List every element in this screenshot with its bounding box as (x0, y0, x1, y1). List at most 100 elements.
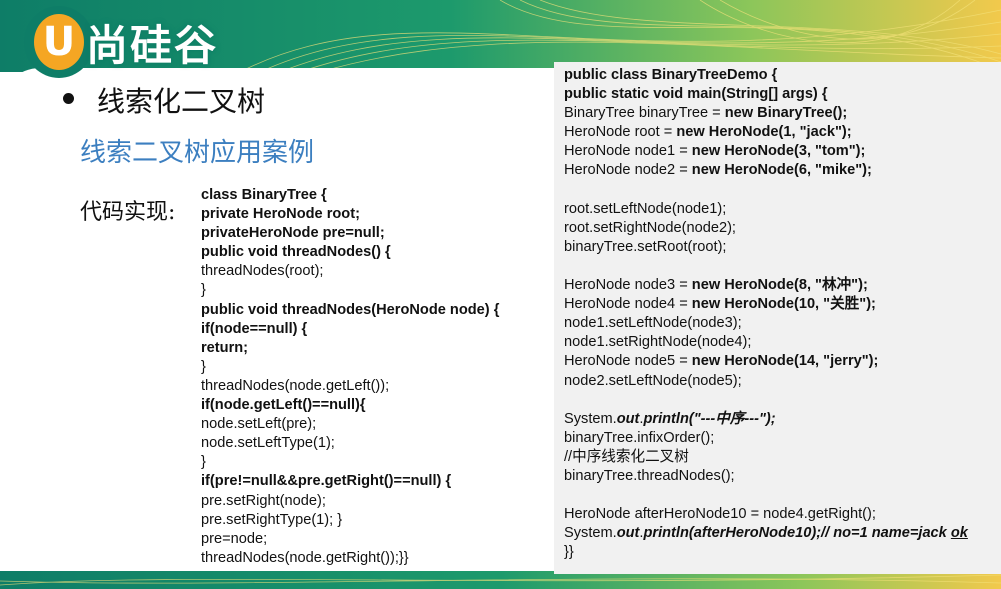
code-token: public void threadNodes() { (201, 244, 391, 261)
code-token: root.setLeftNode(node1); (564, 200, 727, 217)
code-token: println("---中序---"); (643, 410, 776, 427)
code-token: System. (564, 525, 617, 542)
code-token: threadNodes(node.getLeft()); (201, 377, 390, 394)
code-line: node.setLeftType(1); (201, 434, 551, 453)
code-line: public class BinaryTreeDemo { (564, 66, 1001, 85)
code-line: return; (201, 339, 551, 358)
code-line: HeroNode node2 = new HeroNode(6, "mike")… (564, 161, 1001, 180)
code-token: new BinaryTree(); (724, 105, 848, 122)
code-label: 代码实现: (80, 200, 176, 225)
code-token: node.setLeftType(1); (201, 435, 335, 452)
code-token: node1.setLeftNode(node3); (564, 315, 742, 332)
code-line: if(pre!=null&&pre.getRight()==null) { (201, 472, 551, 491)
code-token: pre.setRight(node); (201, 492, 326, 509)
code-line: HeroNode afterHeroNode10 = node4.getRigh… (564, 505, 1001, 524)
code-token: root.setRightNode(node2); (564, 219, 736, 236)
code-token: new HeroNode(3, "tom"); (691, 143, 866, 160)
binarytreedemo-main-code: public class BinaryTreeDemo { public stat… (564, 66, 1001, 562)
code-line: pre.setRight(node); (201, 492, 551, 511)
code-line: public static void main(String[] args) { (564, 85, 1001, 104)
logo-badge: U (24, 6, 94, 78)
code-token: node1.setRightNode(node4); (564, 334, 752, 351)
code-line: root.setLeftNode(node1); (564, 200, 1001, 219)
code-token: private HeroNode root; (201, 206, 360, 223)
code-token: new HeroNode(6, "mike"); (691, 162, 872, 179)
code-token: HeroNode node3 = (564, 277, 692, 294)
code-token: public void threadNodes(HeroNode node) { (201, 301, 500, 318)
code-token: //中序线索化二叉树 (564, 448, 689, 465)
code-token: node.setLeft(pre); (201, 416, 317, 433)
code-token: threadNodes(node.getRight());}} (201, 549, 409, 566)
code-token: privateHeroNode pre=null; (201, 225, 385, 242)
code-token: binaryTree.setRoot(root); (564, 238, 727, 255)
slide-title: 线索化二叉树 (97, 85, 266, 118)
code-line: threadNodes(node.getRight());}} (201, 549, 551, 568)
code-line: if(node==null) { (201, 320, 551, 339)
code-line: //中序线索化二叉树 (564, 448, 1001, 467)
code-token: threadNodes(root); (201, 263, 324, 280)
code-line: pre.setRightType(1); } (201, 511, 551, 530)
code-token: class BinaryTree { (201, 187, 327, 203)
code-line: public void threadNodes(HeroNode node) { (201, 301, 551, 320)
code-line: System.out.println("---中序---"); (564, 410, 1001, 429)
code-token: return; (201, 339, 249, 356)
code-line: privateHeroNode pre=null; (201, 224, 551, 243)
code-token: HeroNode node5 = (564, 353, 692, 370)
code-token: }} (564, 544, 574, 561)
code-line: HeroNode root = new HeroNode(1, "jack"); (564, 123, 1001, 142)
logo-text: 尚硅谷 (86, 21, 219, 70)
code-line: private HeroNode root; (201, 205, 551, 224)
code-line: binaryTree.threadNodes(); (564, 467, 1001, 486)
code-token: binaryTree.threadNodes(); (564, 467, 735, 484)
code-token: HeroNode afterHeroNode10 = node4.getRigh… (564, 506, 876, 523)
code-token: new HeroNode(8, "林冲"); (691, 277, 868, 294)
code-token: new HeroNode(14, "jerry"); (691, 353, 879, 370)
code-token: } (201, 282, 206, 299)
code-token: System. (564, 410, 617, 427)
code-line: HeroNode node3 = new HeroNode(8, "林冲"); (564, 276, 1001, 295)
code-line: pre=node; (201, 530, 551, 549)
code-token: BinaryTree binaryTree = (564, 105, 725, 122)
code-line: HeroNode node4 = new HeroNode(10, "关胜"); (564, 295, 1001, 314)
code-line: HeroNode node1 = new HeroNode(3, "tom"); (564, 142, 1001, 161)
code-line: root.setRightNode(node2); (564, 219, 1001, 238)
demo-code-panel: public class BinaryTreeDemo { public stat… (554, 62, 1001, 574)
code-line: } (201, 453, 551, 472)
code-token: binaryTree.infixOrder(); (564, 429, 715, 446)
code-line: System.out.println(afterHeroNode10);// n… (564, 524, 1001, 543)
brand-logo: U 尚硅谷 (24, 6, 260, 78)
code-line: threadNodes(node.getLeft()); (201, 377, 551, 396)
bullet-dot (63, 93, 74, 104)
binarytree-class-code: class BinaryTree { private HeroNode root;… (201, 186, 551, 568)
code-token: node2.setLeftNode(node5); (564, 372, 742, 389)
code-token: if(node.getLeft()==null){ (201, 397, 366, 414)
slide-subtitle: 线索二叉树应用案例 (80, 138, 315, 168)
logo-letter: U (34, 14, 84, 70)
code-line: node2.setLeftNode(node5); (564, 372, 1001, 391)
code-line: node1.setLeftNode(node3); (564, 314, 1001, 333)
code-token: } (201, 358, 206, 375)
code-token: HeroNode node4 = (564, 296, 692, 313)
code-token: if(pre!=null&&pre.getRight()==null) { (201, 473, 452, 490)
code-line: }} (564, 543, 1001, 562)
code-token: HeroNode root = (564, 124, 677, 141)
code-token: pre.setRightType(1); } (201, 511, 343, 528)
code-token: HeroNode node2 = (564, 162, 692, 179)
code-token: public static void main(String[] args) { (564, 86, 828, 103)
code-line: } (201, 358, 551, 377)
code-token: out (616, 410, 640, 427)
code-token: } (201, 454, 206, 471)
code-line: threadNodes(root); (201, 262, 551, 281)
code-token: public class BinaryTreeDemo { (564, 67, 778, 83)
code-token: println(afterHeroNode10);// no=1 name=ja… (643, 525, 951, 542)
code-token: if(node==null) { (201, 320, 308, 337)
code-token: HeroNode node1 = (564, 143, 692, 160)
code-token: new HeroNode(1, "jack"); (676, 124, 852, 141)
code-token: new HeroNode(10, "关胜"); (691, 296, 876, 313)
code-line: binaryTree.infixOrder(); (564, 429, 1001, 448)
code-token: out (616, 525, 640, 542)
